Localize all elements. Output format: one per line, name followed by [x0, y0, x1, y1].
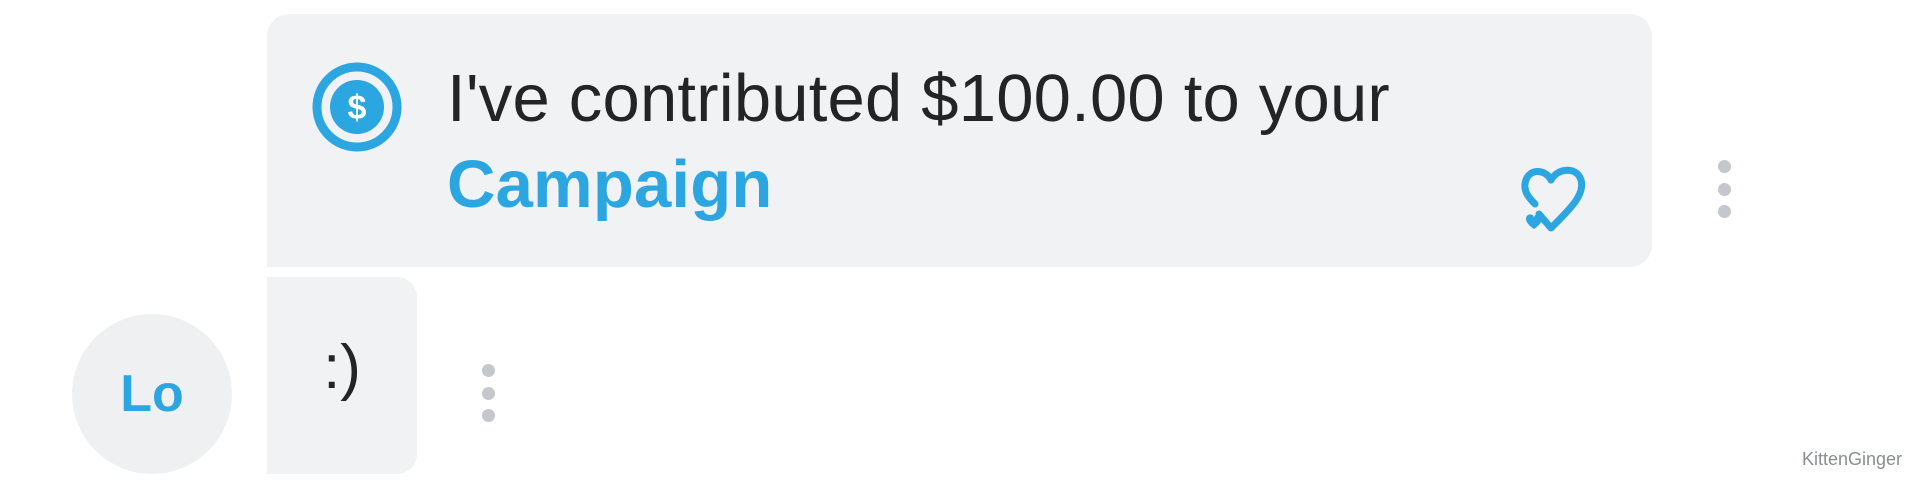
message-options-icon[interactable]: [1712, 160, 1736, 218]
contribution-message-text: I've contributed $100.00 to your Campaig…: [447, 56, 1390, 228]
reply-message-bubble: :): [267, 277, 417, 474]
watermark: KittenGinger: [1801, 449, 1902, 469]
avatar[interactable]: Lo: [72, 314, 232, 474]
contribution-text: I've contributed $100.00 to your: [447, 61, 1390, 136]
dollar-circle-icon: $: [312, 62, 402, 152]
campaign-link[interactable]: Campaign: [447, 142, 1390, 228]
reply-options-icon[interactable]: [476, 364, 500, 422]
reply-message-text: :): [323, 333, 361, 402]
chat-thread: $ I've contributed $100.00 to your Campa…: [0, 0, 1920, 490]
contribution-message-bubble: $ I've contributed $100.00 to your Campa…: [267, 14, 1652, 267]
svg-text:$: $: [348, 89, 367, 127]
heart-check-icon[interactable]: [1515, 158, 1609, 240]
